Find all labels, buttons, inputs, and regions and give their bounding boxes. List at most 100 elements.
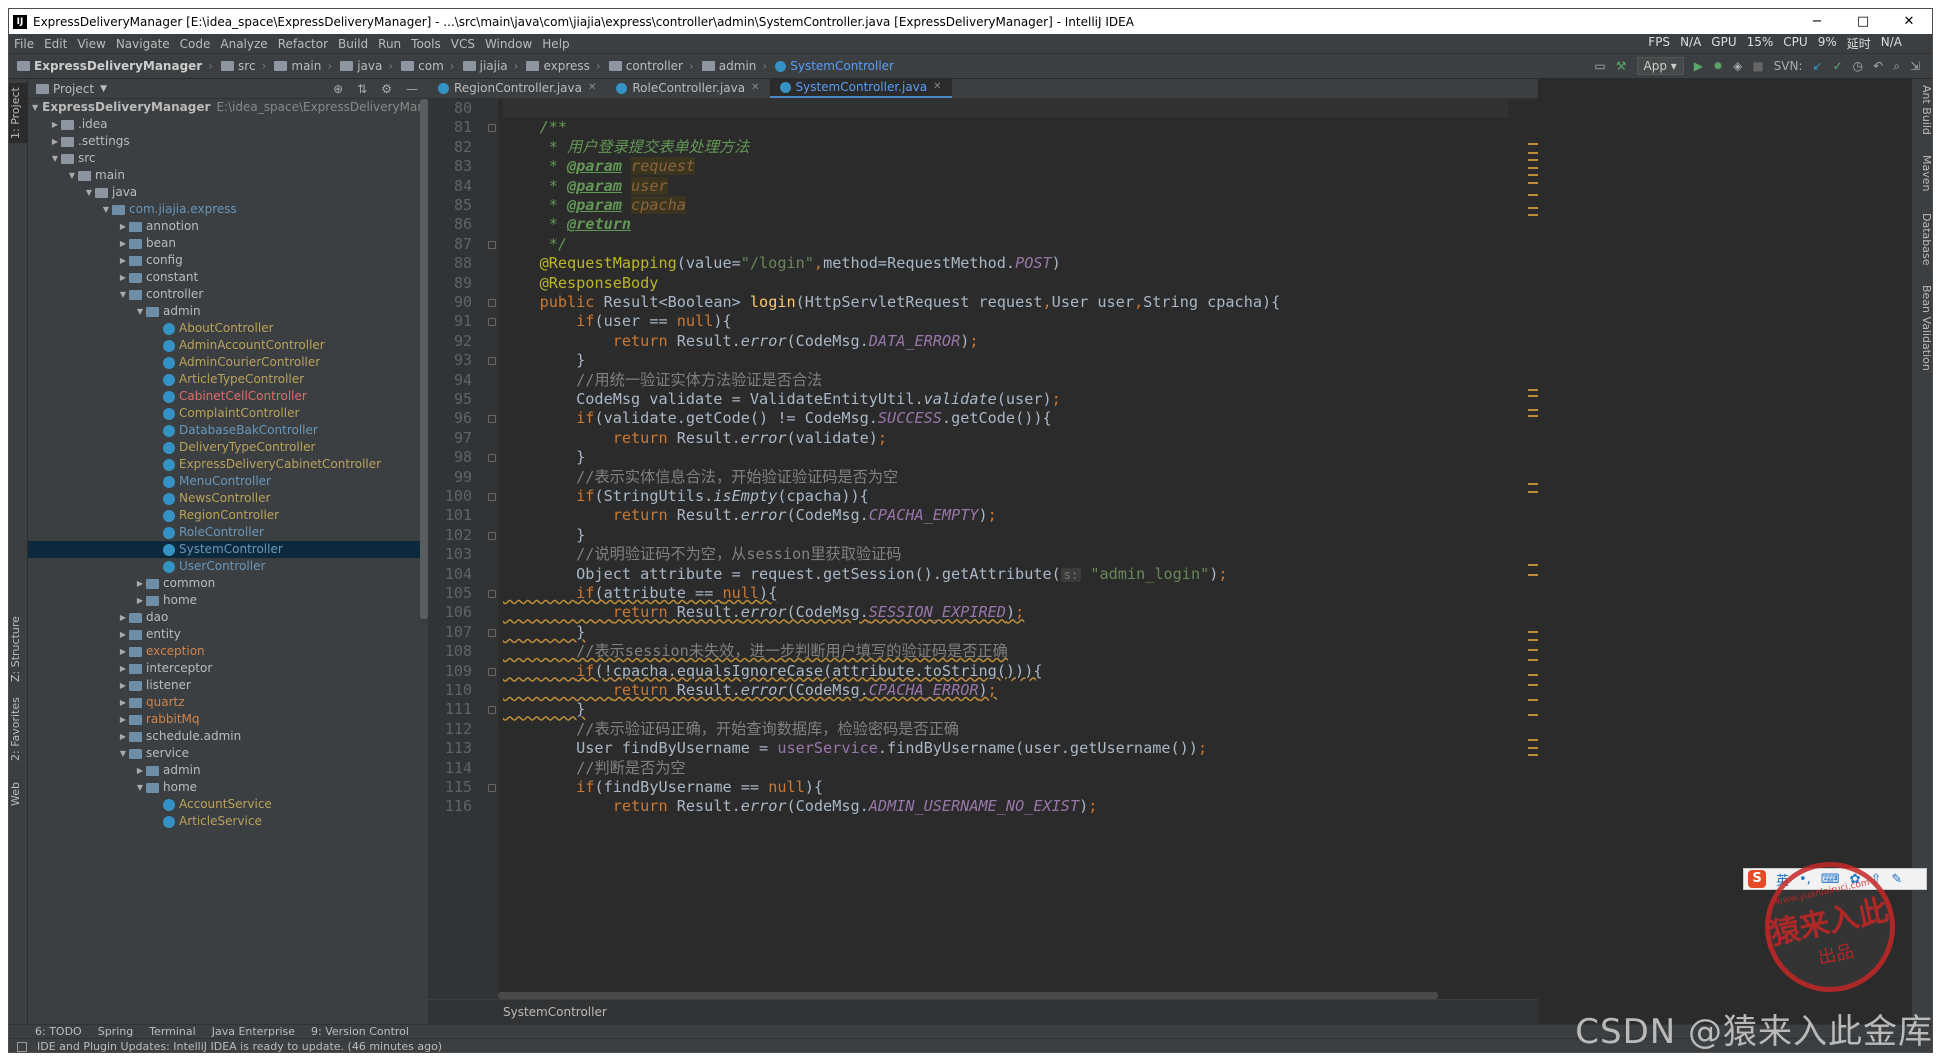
- version-control-tool-tab[interactable]: 9: Version Control: [311, 1025, 409, 1038]
- status-icon[interactable]: [17, 1041, 27, 1052]
- fold-marker-icon[interactable]: [488, 590, 496, 598]
- tree-item-home[interactable]: ▼ home: [28, 779, 420, 796]
- code-line[interactable]: }: [503, 526, 585, 545]
- fold-marker-icon[interactable]: [488, 318, 496, 327]
- web-tool-tab[interactable]: Web: [9, 774, 28, 814]
- breadcrumb-com[interactable]: com ›: [393, 59, 455, 73]
- tab-systemcontroller[interactable]: SystemController.java ✕: [769, 78, 952, 98]
- warning-marker[interactable]: [1528, 649, 1538, 651]
- expand-arrow-icon[interactable]: ▼: [117, 745, 129, 762]
- fold-marker-icon[interactable]: [488, 124, 496, 133]
- expand-arrow-icon[interactable]: ▼: [117, 286, 129, 303]
- tree-item-interceptor[interactable]: ▶ interceptor: [28, 660, 420, 677]
- editor-breadcrumb[interactable]: SystemController: [428, 999, 1538, 1024]
- code-line[interactable]: if(user == null){: [503, 312, 731, 331]
- collapse-arrow-icon[interactable]: ▶: [134, 762, 146, 779]
- tree-item-adminaccountcontroller[interactable]: AdminAccountController: [28, 337, 420, 354]
- code-line[interactable]: //表示实体信息合法，开始验证验证码是否为空: [503, 468, 898, 487]
- code-line[interactable]: }: [503, 623, 585, 642]
- menu-help[interactable]: Help: [537, 37, 574, 51]
- terminal-tool-tab[interactable]: Terminal: [149, 1025, 196, 1038]
- code-line[interactable]: return Result.error(CodeMsg.SESSION_EXPI…: [503, 603, 1025, 622]
- code-line[interactable]: User findByUsername = userService.findBy…: [503, 739, 1207, 758]
- maximize-button[interactable]: □: [1840, 14, 1886, 29]
- code-line[interactable]: return Result.error(CodeMsg.CPACHA_ERROR…: [503, 681, 997, 700]
- project-tree[interactable]: ▼ ExpressDeliveryManager E:\idea_space\Exp…: [28, 99, 420, 1024]
- warning-marker[interactable]: [1528, 182, 1538, 184]
- breadcrumb-java[interactable]: java ›: [332, 59, 393, 73]
- collapse-arrow-icon[interactable]: ▶: [49, 116, 61, 133]
- menu-run[interactable]: Run: [373, 37, 406, 51]
- tree-item-aboutcontroller[interactable]: AboutController: [28, 320, 420, 337]
- tree-item-systemcontroller[interactable]: SystemController: [28, 541, 420, 558]
- java-enterprise-tool-tab[interactable]: Java Enterprise: [212, 1025, 295, 1038]
- collapse-arrow-icon[interactable]: ▶: [117, 677, 129, 694]
- svn-revert-icon[interactable]: ↶: [1873, 59, 1883, 73]
- code-line[interactable]: if(findByUsername == null){: [503, 778, 823, 797]
- tree-item-menucontroller[interactable]: MenuController: [28, 473, 420, 490]
- menu-build[interactable]: Build: [333, 37, 373, 51]
- tree-item-main[interactable]: ▼ main: [28, 167, 420, 184]
- menu-code[interactable]: Code: [175, 37, 216, 51]
- collapse-arrow-icon[interactable]: ▶: [117, 694, 129, 711]
- code-line[interactable]: * @param user: [503, 176, 668, 196]
- build-hammer-icon[interactable]: ⚒: [1616, 59, 1627, 73]
- tree-item-com-jiajia-express[interactable]: ▼ com.jiajia.express: [28, 201, 420, 218]
- menu-vcs[interactable]: VCS: [446, 37, 480, 51]
- tree-item-constant[interactable]: ▶ constant: [28, 269, 420, 286]
- collapse-arrow-icon[interactable]: ▶: [49, 133, 61, 150]
- fold-marker-icon[interactable]: [488, 706, 496, 715]
- code-line[interactable]: //判断是否为空: [503, 759, 685, 778]
- run-config-select[interactable]: App ▾: [1636, 57, 1684, 75]
- menu-tools[interactable]: Tools: [406, 37, 446, 51]
- warning-marker[interactable]: [1528, 714, 1538, 716]
- code-line[interactable]: @ResponseBody: [503, 274, 659, 293]
- tree-item-dao[interactable]: ▶ dao: [28, 609, 420, 626]
- code-line[interactable]: //说明验证码不为空，从session里获取验证码: [503, 545, 901, 564]
- search-icon[interactable]: ⌕: [1893, 59, 1900, 74]
- warning-marker[interactable]: [1528, 415, 1538, 417]
- warning-marker[interactable]: [1528, 389, 1538, 391]
- warning-marker[interactable]: [1528, 174, 1538, 176]
- fold-marker-icon[interactable]: [488, 357, 496, 366]
- bean-validation-tool-tab[interactable]: Bean Validation: [1914, 285, 1932, 375]
- menu-navigate[interactable]: Navigate: [111, 37, 175, 51]
- collapse-arrow-icon[interactable]: ▶: [117, 218, 129, 235]
- code-line[interactable]: //表示session未失效，进一步判断用户填写的验证码是否正确: [503, 642, 1008, 661]
- expand-arrow-icon[interactable]: ▼: [134, 779, 146, 796]
- tree-item-accountservice[interactable]: AccountService: [28, 796, 420, 813]
- collapse-arrow-icon[interactable]: ▶: [117, 660, 129, 677]
- breadcrumb-admin[interactable]: admin ›: [694, 59, 767, 73]
- code-line[interactable]: */: [503, 235, 567, 254]
- collapse-arrow-icon[interactable]: ▶: [117, 269, 129, 286]
- tree-item-src[interactable]: ▼ src: [28, 150, 420, 167]
- code-line[interactable]: if(attribute == null){: [503, 584, 777, 603]
- gear-icon[interactable]: ⚙: [381, 82, 392, 96]
- code-line[interactable]: return Result.error(validate);: [503, 429, 887, 448]
- warning-marker[interactable]: [1528, 739, 1538, 741]
- warning-marker[interactable]: [1528, 194, 1538, 196]
- stop-icon[interactable]: ■: [1752, 59, 1763, 73]
- debug-icon[interactable]: ✹: [1713, 59, 1723, 73]
- favorites-tool-tab[interactable]: 2: Favorites: [9, 694, 28, 764]
- editor-error-stripe[interactable]: [1524, 99, 1538, 999]
- code-line[interactable]: if(StringUtils.isEmpty(cpacha)){: [503, 487, 869, 506]
- code-line[interactable]: return Result.error(CodeMsg.ADMIN_USERNA…: [503, 797, 1098, 816]
- expand-arrow-icon[interactable]: ▼: [66, 167, 78, 184]
- code-line[interactable]: * 用户登录提交表单处理方法: [503, 138, 750, 157]
- fold-marker-icon[interactable]: [488, 454, 496, 463]
- ant-build-tool-tab[interactable]: Ant Build: [1914, 85, 1932, 145]
- code-line[interactable]: }: [503, 351, 585, 370]
- maven-tool-tab[interactable]: Maven: [1914, 155, 1932, 205]
- warning-marker[interactable]: [1528, 143, 1538, 145]
- warning-marker[interactable]: [1528, 409, 1538, 411]
- coverage-icon[interactable]: ◈: [1733, 59, 1742, 73]
- warning-marker[interactable]: [1528, 574, 1538, 576]
- minimize-button[interactable]: −: [1794, 14, 1840, 29]
- warning-marker[interactable]: [1528, 684, 1538, 686]
- close-icon[interactable]: ✕: [588, 78, 596, 98]
- tree-item-expressdeliverymanager[interactable]: ▼ ExpressDeliveryManager E:\idea_space\Exp…: [28, 99, 420, 116]
- expand-arrow-icon[interactable]: ▼: [100, 201, 112, 218]
- breadcrumb-project[interactable]: ExpressDeliveryManager ›: [9, 59, 213, 73]
- tree-item-rabbitmq[interactable]: ▶ rabbitMq: [28, 711, 420, 728]
